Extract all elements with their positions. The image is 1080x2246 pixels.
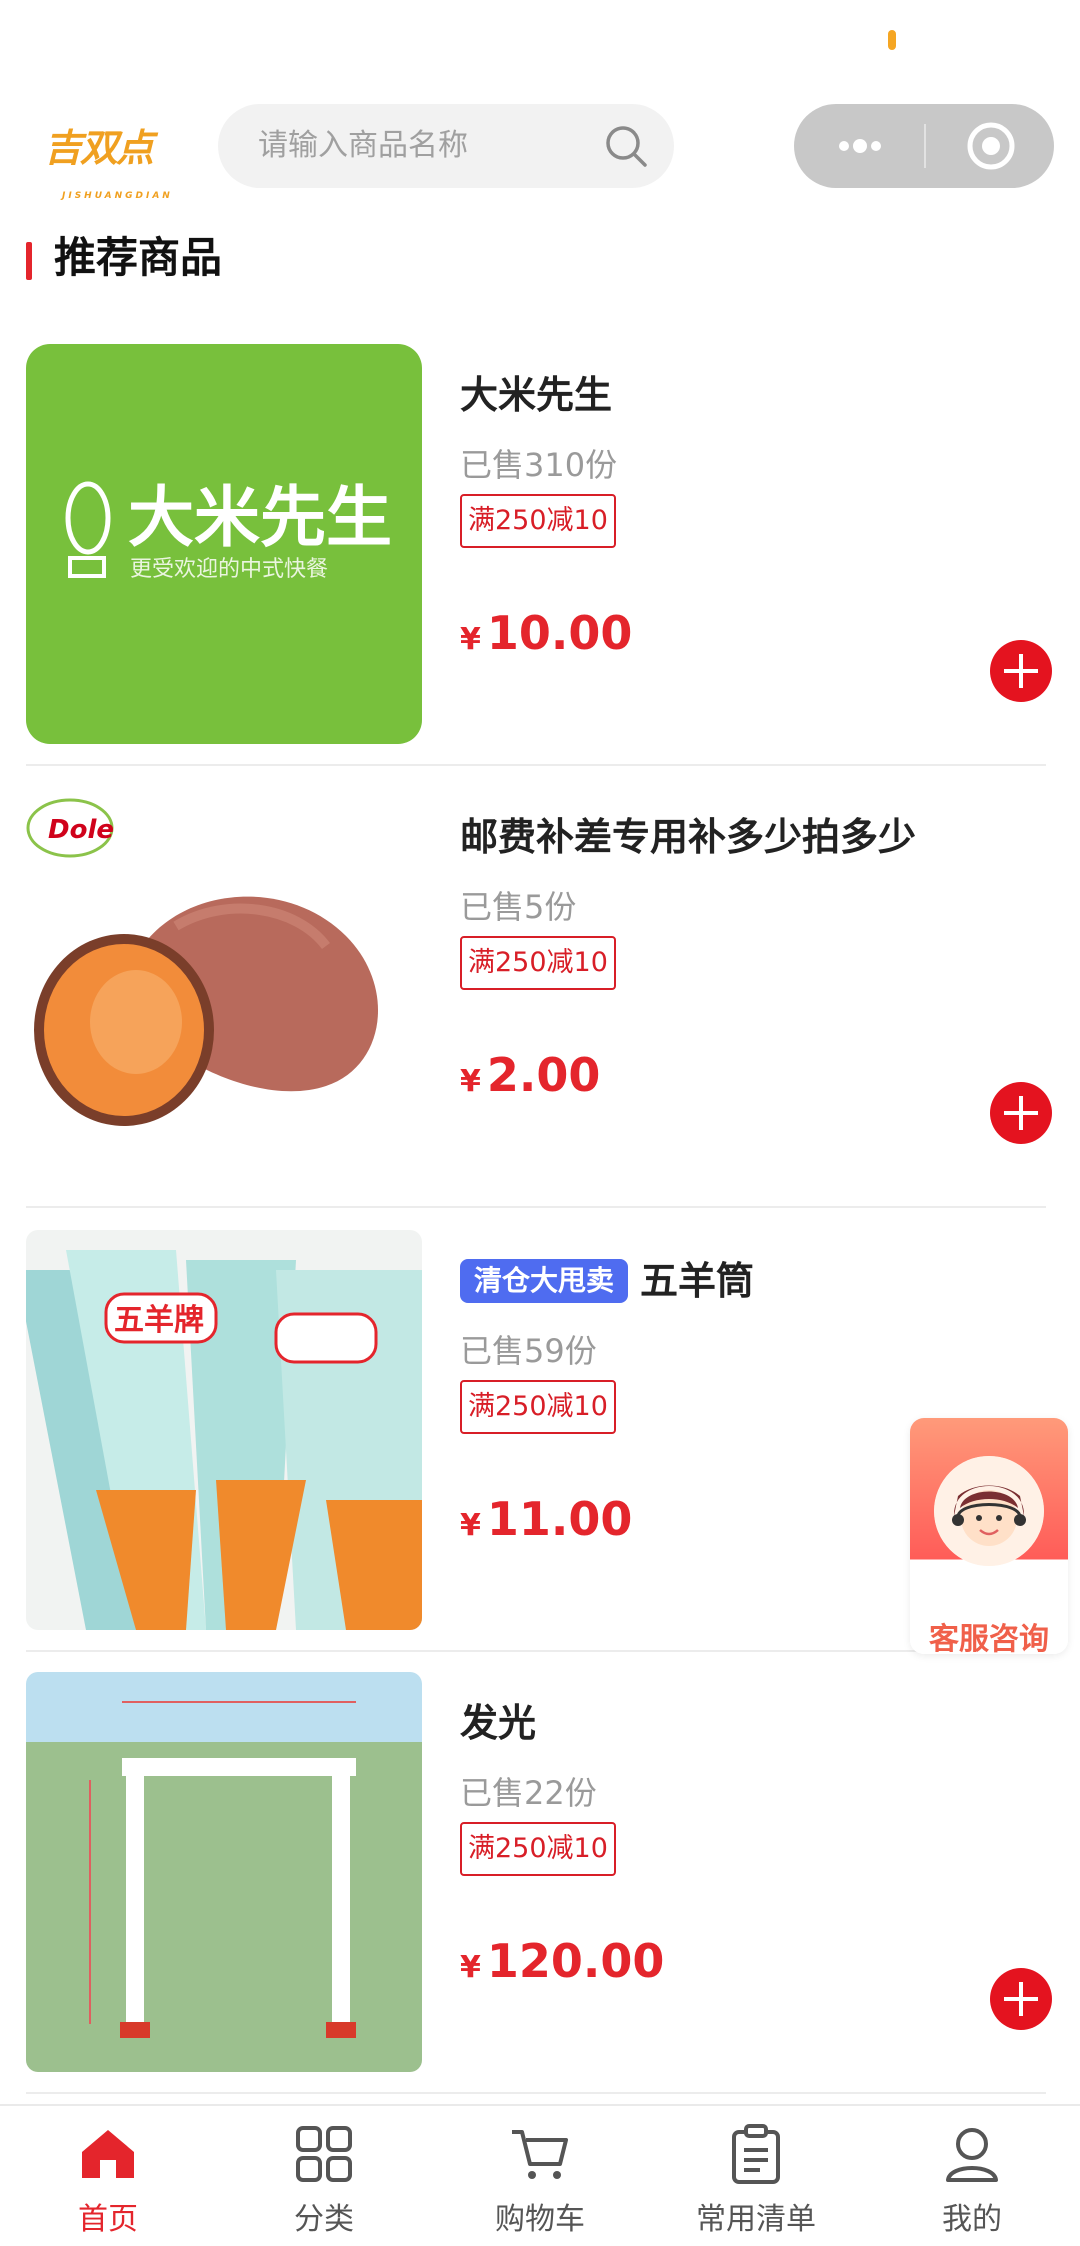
currency-symbol: ¥ xyxy=(460,622,481,657)
tab-label: 购物车 xyxy=(495,2202,585,2237)
currency-symbol: ¥ xyxy=(460,1950,481,1985)
sold-count: 已售22份 xyxy=(460,1774,597,1812)
product-card[interactable]: 五羊牌 清仓大甩卖 五羊筒 已售59份 满250减10 ¥11.00 xyxy=(26,1230,1046,1652)
rice-brand-image: 大米先生 更受欢迎的中式快餐 xyxy=(26,344,422,744)
status-indicator xyxy=(888,30,896,50)
price-amount: 11.00 xyxy=(486,1492,633,1546)
add-to-cart-button[interactable] xyxy=(990,1968,1052,2030)
sold-count: 已售59份 xyxy=(460,1332,597,1370)
section-accent-bar xyxy=(26,242,32,280)
home-icon xyxy=(82,2130,134,2178)
product-card[interactable]: 发光 已售22份 满250减10 ¥120.00 xyxy=(26,1672,1052,2094)
tab-label: 首页 xyxy=(78,2202,138,2237)
brand-slogan-text: 更受欢迎的中式快餐 xyxy=(130,557,328,582)
bottom-tabbar: 首页 分类 购物车 常用清单 我的 xyxy=(0,2104,1080,2246)
search-input[interactable]: 请输入商品名称 xyxy=(218,104,674,188)
tab-cart[interactable]: 购物车 xyxy=(432,2106,648,2246)
logo-text: 吉双点 xyxy=(44,126,154,170)
product-name[interactable]: 发光 xyxy=(460,1698,536,1748)
product-name[interactable]: 邮费补差专用补多少拍多少 xyxy=(460,812,916,862)
clearance-badge: 清仓大甩卖 xyxy=(460,1259,629,1303)
customer-service-label: 客服咨询 xyxy=(929,1622,1049,1654)
close-miniprogram-icon[interactable] xyxy=(956,104,1026,188)
product-name[interactable]: 清仓大甩卖 五羊筒 xyxy=(460,1256,754,1306)
promo-tag: 满250减10 xyxy=(460,494,616,548)
tab-label: 分类 xyxy=(294,2202,354,2237)
brand-name-text: 大米先生 xyxy=(128,479,392,556)
arch-frame-image xyxy=(26,1672,422,2072)
product-card[interactable]: 大米先生 更受欢迎的中式快餐 大米先生 已售310份 满250减10 ¥10.0… xyxy=(26,344,1052,766)
currency-symbol: ¥ xyxy=(460,1508,481,1543)
product-image[interactable]: 大米先生 更受欢迎的中式快餐 xyxy=(26,344,422,744)
search-placeholder: 请输入商品名称 xyxy=(258,128,468,163)
user-icon xyxy=(946,2128,998,2182)
product-card[interactable]: Dole 邮费补差专用补多少拍多少 已售5份 满250减10 ¥2.00 xyxy=(26,786,1052,1208)
more-icon[interactable] xyxy=(824,104,894,188)
product-image[interactable]: Dole xyxy=(26,786,422,1186)
promo-tag: 满250减10 xyxy=(460,1822,616,1876)
customer-service-button[interactable]: 客服咨询 xyxy=(910,1418,1068,1654)
product-name[interactable]: 大米先生 xyxy=(460,370,612,420)
currency-symbol: ¥ xyxy=(460,1064,481,1099)
add-to-cart-button[interactable] xyxy=(990,640,1052,702)
logo-subtext: JISHUANGDIAN xyxy=(62,191,173,201)
product-image[interactable]: 五羊牌 xyxy=(26,1230,422,1630)
price: ¥11.00 xyxy=(460,1492,632,1546)
search-icon[interactable] xyxy=(602,122,650,170)
price-amount: 2.00 xyxy=(486,1048,601,1102)
customer-service-avatar-icon xyxy=(934,1456,1044,1566)
price-amount: 120.00 xyxy=(486,1934,665,1988)
cart-icon xyxy=(512,2130,568,2179)
app-logo: 吉双点 JISHUANGDIAN xyxy=(44,118,184,201)
tab-label: 常用清单 xyxy=(696,2202,816,2237)
tab-home[interactable]: 首页 xyxy=(0,2106,216,2246)
tab-mine[interactable]: 我的 xyxy=(864,2106,1080,2246)
price: ¥2.00 xyxy=(460,1048,600,1102)
capsule-divider xyxy=(924,124,926,168)
ice-cream-brand-text: 五羊牌 xyxy=(114,1303,204,1338)
ice-cream-image: 五羊牌 xyxy=(26,1230,422,1630)
sold-count: 已售5份 xyxy=(460,888,577,926)
grid-icon xyxy=(296,2126,352,2182)
promo-tag: 满250减10 xyxy=(460,936,616,990)
miniprogram-capsule xyxy=(794,104,1054,188)
product-name-text: 五羊筒 xyxy=(640,1259,755,1303)
price-amount: 10.00 xyxy=(486,606,633,660)
tab-frequent-list[interactable]: 常用清单 xyxy=(648,2106,864,2246)
tab-category[interactable]: 分类 xyxy=(216,2106,432,2246)
tab-label: 我的 xyxy=(942,2202,1002,2237)
sold-count: 已售310份 xyxy=(460,446,618,484)
sweet-potato-image: Dole xyxy=(26,786,422,1186)
clipboard-icon xyxy=(732,2124,780,2184)
promo-tag: 满250减10 xyxy=(460,1380,616,1434)
dole-logo-text: Dole xyxy=(48,815,114,845)
price: ¥10.00 xyxy=(460,606,632,660)
add-to-cart-button[interactable] xyxy=(990,1082,1052,1144)
price: ¥120.00 xyxy=(460,1934,664,1988)
product-image[interactable] xyxy=(26,1672,422,2072)
header: 吉双点 JISHUANGDIAN 请输入商品名称 xyxy=(0,100,1080,201)
section-title-text: 推荐商品 xyxy=(54,233,223,282)
